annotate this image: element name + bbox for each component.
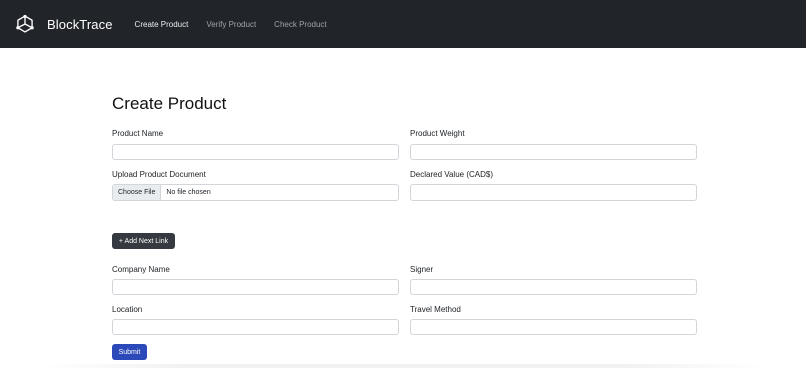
choose-file-button[interactable]: Choose File <box>113 185 162 200</box>
location-label: Location <box>112 305 143 314</box>
travel-method-label: Travel Method <box>410 305 461 314</box>
location-input[interactable] <box>112 319 399 335</box>
travel-method-input[interactable] <box>410 319 697 335</box>
declared-value-label: Declared Value (CAD$) <box>410 170 493 179</box>
company-name-input[interactable] <box>112 279 399 295</box>
company-name-label: Company Name <box>112 265 170 274</box>
nav-link-check-product[interactable]: Check Product <box>274 20 326 29</box>
submit-button[interactable]: Submit <box>112 344 147 360</box>
signer-input[interactable] <box>410 279 697 295</box>
nav-link-verify-product[interactable]: Verify Product <box>206 20 256 29</box>
add-next-link-button[interactable]: + Add Next Link <box>112 233 175 249</box>
product-name-input[interactable] <box>112 144 399 160</box>
product-weight-label: Product Weight <box>410 129 465 138</box>
product-name-label: Product Name <box>112 129 164 138</box>
brand-name: BlockTrace <box>47 16 113 32</box>
nav-links: Create Product Verify Product Check Prod… <box>135 20 345 29</box>
upload-document-input[interactable]: Choose File No file chosen <box>112 184 399 201</box>
brand[interactable]: BlockTrace <box>15 14 113 34</box>
signer-label: Signer <box>410 265 434 274</box>
nav-link-create-product[interactable]: Create Product <box>135 20 189 29</box>
hexagon-network-logo-icon <box>16 14 34 33</box>
bottom-divider <box>40 364 766 368</box>
page-title: Create Product <box>112 94 227 113</box>
declared-value-input[interactable] <box>410 184 697 201</box>
file-status-text: No file chosen <box>166 189 211 196</box>
upload-document-label: Upload Product Document <box>112 170 206 179</box>
product-weight-input[interactable] <box>410 144 697 160</box>
top-navbar: BlockTrace Create Product Verify Product… <box>0 0 806 48</box>
